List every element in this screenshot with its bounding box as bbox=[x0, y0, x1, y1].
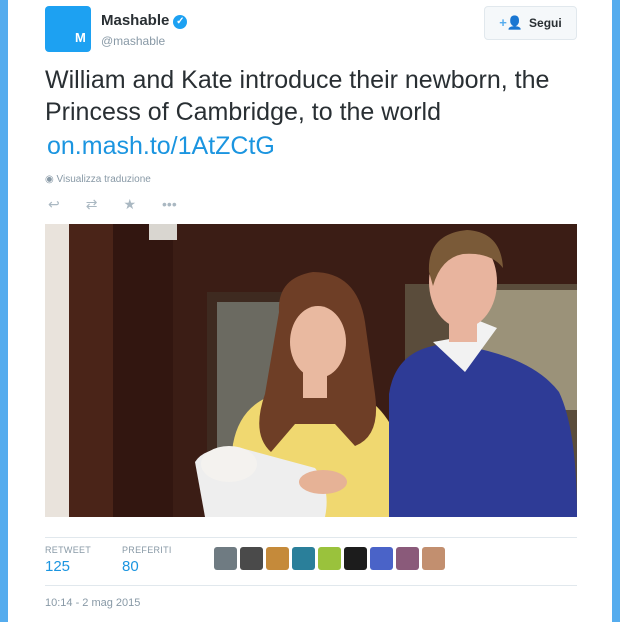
favorite-count[interactable]: 80 bbox=[122, 558, 139, 575]
favoriter-avatar[interactable] bbox=[318, 547, 341, 570]
favoriters-avatars bbox=[214, 547, 445, 570]
account-name[interactable]: Mashable bbox=[101, 12, 169, 29]
favoriter-avatar[interactable] bbox=[370, 547, 393, 570]
translate-link[interactable]: ◉ Visualizza traduzione bbox=[45, 174, 151, 185]
favoriter-avatar[interactable] bbox=[214, 547, 237, 570]
favoriter-avatar[interactable] bbox=[292, 547, 315, 570]
follow-button-label: Segui bbox=[529, 16, 562, 30]
tweet-actions: ↩ ⇄ ★ ••• bbox=[48, 196, 177, 213]
tweet-text: William and Kate introduce their newborn… bbox=[45, 66, 550, 126]
follow-person-icon: +👤 bbox=[499, 15, 524, 30]
reply-icon[interactable]: ↩ bbox=[48, 196, 60, 213]
avatar-letter: M bbox=[75, 30, 86, 45]
retweet-label[interactable]: RETWEET bbox=[45, 545, 91, 555]
retweet-count[interactable]: 125 bbox=[45, 558, 70, 575]
star-icon[interactable]: ★ bbox=[123, 196, 136, 213]
favoriter-avatar[interactable] bbox=[344, 547, 367, 570]
follow-button[interactable]: +👤 Segui bbox=[484, 6, 577, 40]
more-icon[interactable]: ••• bbox=[162, 196, 177, 213]
tweet-photo[interactable] bbox=[45, 224, 577, 517]
tweet-link[interactable]: on.mash.to/1AtZCtG bbox=[47, 132, 275, 161]
retweet-icon[interactable]: ⇄ bbox=[86, 196, 98, 213]
favoriter-avatar[interactable] bbox=[240, 547, 263, 570]
tweet-card: M Mashable ✓ @mashable +👤 Segui William a… bbox=[8, 0, 612, 622]
favorite-label[interactable]: PREFERITI bbox=[122, 545, 172, 555]
mashable-avatar[interactable]: M bbox=[45, 6, 91, 52]
translate-label: Visualizza traduzione bbox=[56, 174, 151, 185]
favoriter-avatar[interactable] bbox=[422, 547, 445, 570]
account-name-row[interactable]: Mashable ✓ bbox=[101, 12, 188, 29]
stats-divider-bottom bbox=[45, 585, 577, 586]
photo-illustration bbox=[45, 224, 577, 517]
favoriter-avatar[interactable] bbox=[396, 547, 419, 570]
account-handle[interactable]: @mashable bbox=[101, 34, 165, 48]
tweet-timestamp[interactable]: 10:14 - 2 mag 2015 bbox=[45, 597, 140, 609]
verified-badge-icon: ✓ bbox=[173, 15, 188, 29]
stats-divider-top bbox=[45, 537, 577, 538]
favoriter-avatar[interactable] bbox=[266, 547, 289, 570]
globe-icon: ◉ bbox=[45, 174, 54, 185]
